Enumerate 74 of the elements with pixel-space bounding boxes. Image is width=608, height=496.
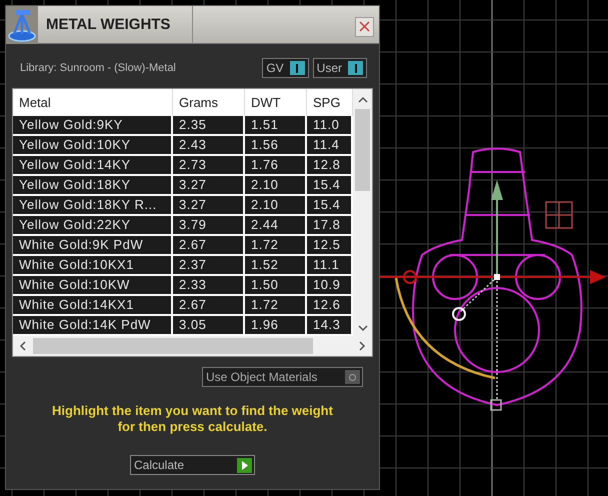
play-icon	[237, 458, 252, 472]
table-cell: 12.8	[307, 156, 353, 174]
table-cell: 2.33	[173, 276, 245, 294]
table-cell: White Gold:10KX1	[13, 256, 173, 274]
use-object-materials-toggle[interactable]: Use Object Materials	[202, 367, 363, 387]
table-cell: 3.27	[173, 176, 245, 194]
table-cell: 10.9	[307, 276, 353, 294]
table-cell: 14.3	[307, 316, 353, 334]
scroll-thumb[interactable]	[33, 338, 313, 354]
window-title: METAL WEIGHTS	[46, 15, 170, 35]
table-cell: 1.76	[245, 156, 307, 174]
table-cell: Yellow Gold:18KY	[13, 176, 173, 194]
table-cell: Yellow Gold:14KY	[13, 156, 173, 174]
table-cell: 11.0	[307, 116, 353, 134]
table-cell: 11.1	[307, 256, 353, 274]
table-cell: 1.51	[245, 116, 307, 134]
table-cell: 1.72	[245, 236, 307, 254]
horizontal-scrollbar[interactable]	[13, 336, 372, 356]
table-cell: 11.4	[307, 136, 353, 154]
table-row[interactable]: White Gold:9K PdW 2.67 1.72 12.5	[13, 236, 353, 256]
table-cell: 2.67	[173, 236, 245, 254]
scroll-thumb[interactable]	[355, 109, 370, 191]
table-row[interactable]: Yellow Gold:14KY 2.73 1.76 12.8	[13, 156, 353, 176]
table-cell: 17.8	[307, 216, 353, 234]
calculate-button[interactable]: Calculate	[130, 455, 255, 475]
table-cell: 3.27	[173, 196, 245, 214]
table-row[interactable]: White Gold:14K PdW 3.05 1.96 14.3	[13, 316, 353, 336]
table-row[interactable]: White Gold:10KX1 2.37 1.52 11.1	[13, 256, 353, 276]
table-row[interactable]: White Gold:10KW 2.33 1.50 10.9	[13, 276, 353, 296]
instruction-text: Highlight the item you want to find the weight for then press calculate.	[51, 403, 334, 435]
table-cell: 2.37	[173, 256, 245, 274]
app-logo-icon	[6, 6, 38, 44]
table-cell: 2.67	[173, 296, 245, 314]
scroll-left-icon	[19, 341, 27, 351]
close-icon	[359, 21, 370, 32]
library-label: Library: Sunroom - (Slow)-Metal	[20, 60, 176, 76]
table-cell: 1.72	[245, 296, 307, 314]
toggle-button[interactable]: User	[312, 58, 367, 78]
table-cell: 15.4	[307, 176, 353, 194]
table-cell: 2.43	[173, 136, 245, 154]
table-cell: 12.5	[307, 236, 353, 254]
table-cell: 2.10	[245, 176, 307, 194]
table-row[interactable]: Yellow Gold:10KY 2.43 1.56 11.4	[13, 136, 353, 156]
scroll-right-icon	[358, 341, 366, 351]
table-cell: White Gold:9K PdW	[13, 236, 173, 254]
table-cell: 15.4	[307, 196, 353, 214]
table-cell: 2.10	[245, 196, 307, 214]
scroll-down-icon	[358, 324, 368, 332]
toggle-button[interactable]: GV	[262, 58, 309, 78]
table-row[interactable]: Yellow Gold:9KY 2.35 1.51 11.0	[13, 116, 353, 136]
table-cell: 2.73	[173, 156, 245, 174]
table-cell: 3.05	[173, 316, 245, 334]
table-cell: Yellow Gold:22KY	[13, 216, 173, 234]
table-cell: 1.96	[245, 316, 307, 334]
table-cell: White Gold:14KX1	[13, 296, 173, 314]
table-cell: 12.6	[307, 296, 353, 314]
table-row[interactable]: Yellow Gold:22KY 3.79 2.44 17.8	[13, 216, 353, 236]
close-button[interactable]	[355, 16, 374, 36]
table-row[interactable]: White Gold:14KX1 2.67 1.72 12.6	[13, 296, 353, 316]
table-cell: White Gold:14K PdW	[13, 316, 173, 334]
table-cell: Yellow Gold:18KY R...	[13, 196, 173, 214]
table-row[interactable]: Yellow Gold:18KY 3.27 2.10 15.4	[13, 176, 353, 196]
scroll-up-icon	[358, 96, 368, 104]
table-cell: Yellow Gold:10KY	[13, 136, 173, 154]
table-cell: 1.56	[245, 136, 307, 154]
table-row[interactable]: Yellow Gold:18KY R... 3.27 2.10 15.4	[13, 196, 353, 216]
table-cell: 2.35	[173, 116, 245, 134]
table-cell: Yellow Gold:9KY	[13, 116, 173, 134]
vertical-scrollbar[interactable]	[353, 89, 372, 336]
table-cell: 2.44	[245, 216, 307, 234]
table-cell: 1.52	[245, 256, 307, 274]
table-cell: 3.79	[173, 216, 245, 234]
table-cell: White Gold:10KW	[13, 276, 173, 294]
table-cell: 1.50	[245, 276, 307, 294]
